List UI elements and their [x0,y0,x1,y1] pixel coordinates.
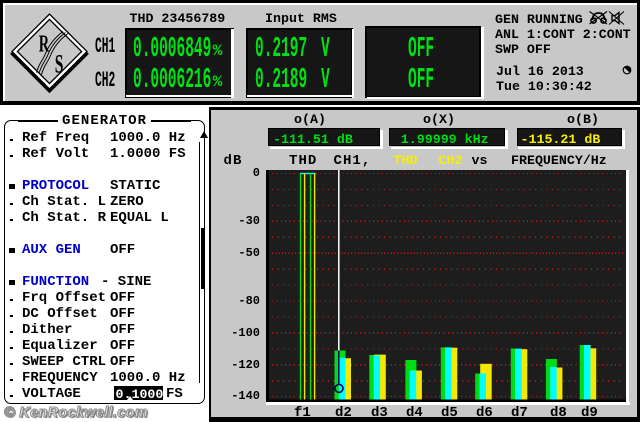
svg-text:R: R [39,31,50,58]
svg-text:S: S [55,49,64,78]
